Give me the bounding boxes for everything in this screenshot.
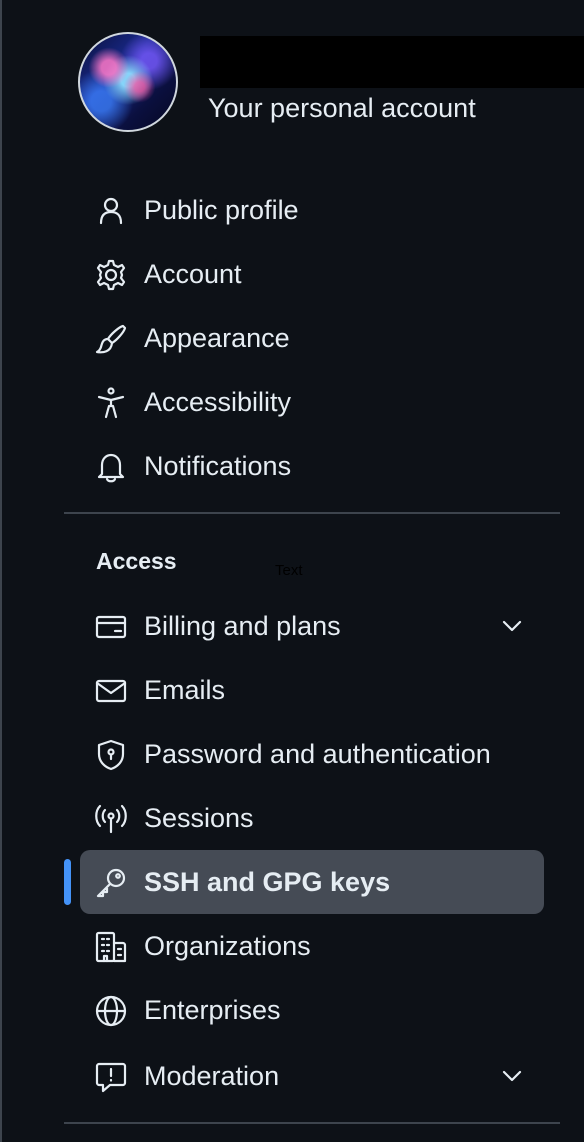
sidebar-item-label: Accessibility: [144, 387, 292, 417]
sidebar-item-sessions[interactable]: Sessions: [80, 790, 544, 846]
globe-icon: [94, 994, 128, 1028]
paintbrush-icon: [94, 322, 128, 356]
sidebar-item-accessibility[interactable]: Accessibility: [80, 374, 544, 430]
avatar[interactable]: [78, 32, 178, 132]
sidebar-item-label: Password and authentication: [144, 739, 491, 769]
sidebar-item-label: Account: [144, 259, 242, 289]
redacted-username: [200, 36, 584, 88]
sidebar-item-label: SSH and GPG keys: [144, 867, 391, 897]
sidebar-item-billing-and-plans[interactable]: Billing and plans: [80, 598, 544, 654]
sidebar-item-enterprises[interactable]: Enterprises: [80, 982, 544, 1038]
credit-card-icon: [94, 610, 128, 644]
sidebar-item-label: Moderation: [144, 1061, 280, 1091]
sidebar-item-moderation[interactable]: Moderation: [80, 1048, 544, 1104]
access-section-heading: Access: [96, 548, 177, 574]
report-icon: [94, 1060, 128, 1094]
settings-sidebar: Your personal account Public profile Acc…: [0, 0, 584, 1142]
account-subtitle: Your personal account: [208, 93, 476, 123]
chevron-down-icon[interactable]: [498, 612, 526, 640]
bell-icon: [94, 450, 128, 484]
sidebar-item-appearance[interactable]: Appearance: [80, 310, 544, 366]
sidebar-item-notifications[interactable]: Notifications: [80, 438, 544, 494]
sidebar-item-label: Public profile: [144, 195, 299, 225]
organization-icon: [94, 930, 128, 964]
person-icon: [94, 194, 128, 228]
sidebar-item-public-profile[interactable]: Public profile: [80, 182, 544, 238]
key-icon: [94, 866, 128, 900]
sidebar-item-account[interactable]: Account: [80, 246, 544, 302]
chevron-down-icon[interactable]: [498, 1062, 526, 1090]
sidebar-item-label: Emails: [144, 675, 226, 705]
window-edge: [0, 0, 2, 1142]
sidebar-item-label: Billing and plans: [144, 611, 341, 641]
shield-lock-icon: [94, 738, 128, 772]
sidebar-item-label: Appearance: [144, 323, 290, 353]
sidebar-item-label: Notifications: [144, 451, 292, 481]
broadcast-icon: [94, 802, 128, 836]
section-divider: [64, 1122, 560, 1124]
sidebar-item-label: Sessions: [144, 803, 254, 833]
sidebar-item-label: Organizations: [144, 931, 311, 961]
gear-icon: [94, 258, 128, 292]
accessibility-icon: [94, 386, 128, 420]
active-item-indicator: [64, 859, 71, 905]
sidebar-item-password-and-authentication[interactable]: Password and authentication: [80, 726, 544, 782]
mail-icon: [94, 674, 128, 708]
sidebar-item-emails[interactable]: Emails: [80, 662, 544, 718]
sidebar-item-label: Enterprises: [144, 995, 281, 1025]
stray-text-label: Text: [275, 562, 303, 579]
sidebar-item-organizations[interactable]: Organizations: [80, 918, 544, 974]
section-divider: [64, 512, 560, 514]
sidebar-item-ssh-and-gpg-keys[interactable]: SSH and GPG keys: [80, 850, 544, 914]
